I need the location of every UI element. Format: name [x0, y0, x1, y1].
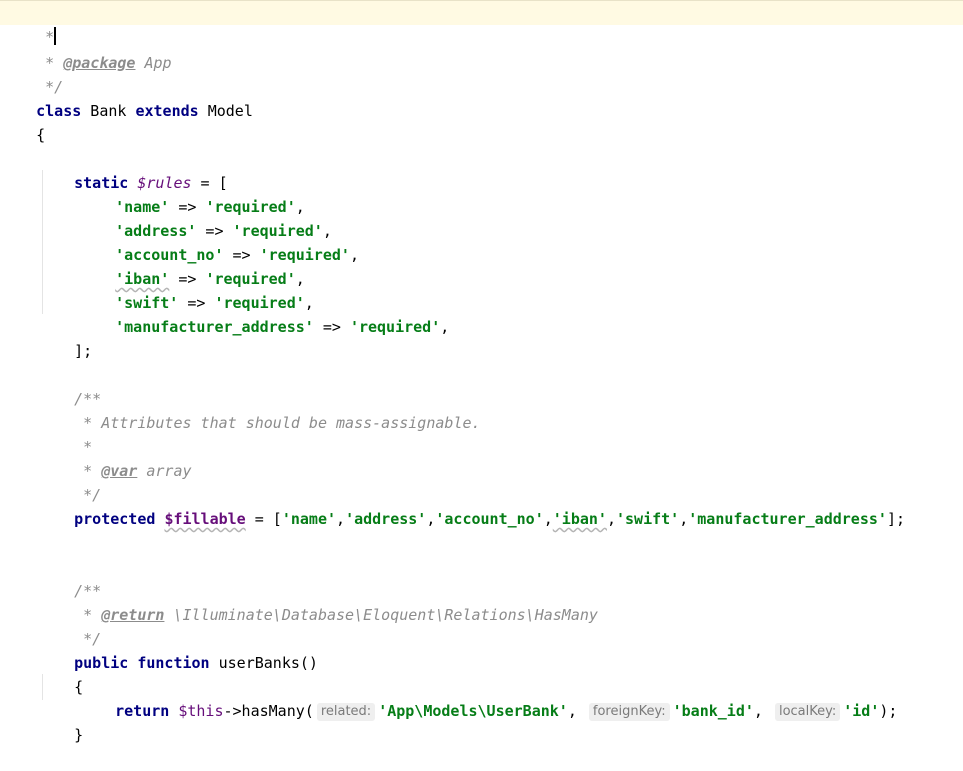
keyword-function: function: [137, 654, 210, 672]
argument-related: 'App\Models\UserBank': [378, 702, 568, 720]
code-line[interactable]: {: [38, 651, 83, 696]
code-line[interactable]: }: [38, 699, 83, 744]
doc-tag-value: \Illuminate\Database\Eloquent\Relations\…: [164, 606, 598, 624]
code-line-fillable[interactable]: protected $fillable = ['name','address',…: [38, 483, 905, 528]
code-line[interactable]: * @package App: [0, 27, 171, 72]
code-line[interactable]: * @var array: [38, 435, 191, 480]
code-line[interactable]: */: [38, 603, 101, 648]
rules-key: 'manufacturer_address': [115, 318, 314, 336]
fillable-item: 'name': [281, 510, 337, 528]
parameter-hint-local-key: localKey:: [774, 703, 841, 721]
doc-tag-var: @var: [101, 462, 138, 480]
argument-foreign-key: 'bank_id': [672, 702, 754, 720]
fillable-item: 'iban': [552, 510, 607, 528]
rules-entry[interactable]: 'address' => 'required',: [79, 195, 332, 240]
call-end: );: [879, 702, 898, 720]
rules-entry[interactable]: 'iban' => 'required',: [79, 243, 305, 288]
method-call: ->hasMany(: [223, 702, 314, 720]
doc-tag-value: App: [135, 54, 172, 72]
arrow-operator: =>: [313, 318, 350, 336]
code-line[interactable]: */: [38, 459, 101, 504]
doc-tag-return: @return: [101, 606, 165, 624]
code-line-rules[interactable]: static $rules = [: [38, 147, 228, 192]
rules-entry[interactable]: 'account_no' => 'required',: [79, 219, 359, 264]
code-line-return[interactable]: return $this->hasMany(related: 'App\Model…: [79, 675, 897, 721]
code-line[interactable]: ];: [38, 315, 92, 360]
argument-local-key: 'id': [843, 702, 880, 720]
comma: ,: [440, 318, 450, 336]
doc-comment-text: * Attributes that should be mass-assigna…: [74, 414, 481, 432]
rules-entry[interactable]: 'manufacturer_address' => 'required',: [79, 291, 449, 336]
parameter-hint-foreign-key: foreignKey:: [588, 703, 670, 721]
keyword-return: return: [115, 702, 170, 720]
code-line-function-declaration[interactable]: public function userBanks(): [38, 627, 318, 672]
code-line-class-declaration[interactable]: class Bank extends Model: [0, 75, 253, 120]
close-bracket: ];: [74, 342, 93, 360]
code-line[interactable]: {: [0, 99, 45, 144]
assign-open-bracket: = [: [245, 510, 282, 528]
parameter-hint-related: related:: [316, 703, 376, 721]
parent-class-name: Model: [198, 102, 253, 120]
function-name: userBanks(): [209, 654, 318, 672]
comma: ,: [543, 510, 553, 528]
close-bracket: ];: [886, 510, 905, 528]
code-line[interactable]: *: [38, 411, 92, 456]
fillable-item: 'account_no': [435, 510, 544, 528]
variable-this: $this: [178, 702, 224, 720]
fillable-item: 'swift': [616, 510, 680, 528]
open-brace: {: [36, 126, 46, 144]
code-line-current[interactable]: *: [0, 0, 963, 46]
comma: ,: [349, 246, 359, 264]
doc-tag-package: @package: [63, 54, 136, 72]
code-editor[interactable]: * * @package App */ class Bank extends M…: [0, 0, 963, 744]
code-line[interactable]: /**: [38, 555, 101, 600]
keyword-extends: extends: [135, 102, 199, 120]
fillable-item: 'manufacturer_address': [688, 510, 887, 528]
rules-value: 'required': [349, 318, 441, 336]
field-fillable: $fillable: [164, 510, 246, 528]
doc-tag-value: array: [137, 462, 192, 480]
fillable-item: 'address': [345, 510, 427, 528]
code-line[interactable]: * Attributes that should be mass-assigna…: [38, 387, 480, 432]
close-brace: }: [74, 726, 84, 744]
class-name: Bank: [81, 102, 136, 120]
code-line[interactable]: * @return \Illuminate\Database\Eloquent\…: [38, 579, 598, 624]
rules-entry[interactable]: 'swift' => 'required',: [79, 267, 314, 312]
comma: ,: [567, 702, 577, 720]
comma: ,: [606, 510, 616, 528]
keyword-protected: protected: [74, 510, 156, 528]
code-line[interactable]: /**: [38, 363, 101, 408]
comma: ,: [753, 702, 763, 720]
comma: ,: [679, 510, 689, 528]
comma: ,: [336, 510, 346, 528]
rules-entry[interactable]: 'name' => 'required',: [79, 171, 305, 216]
code-line[interactable]: */: [0, 51, 63, 96]
